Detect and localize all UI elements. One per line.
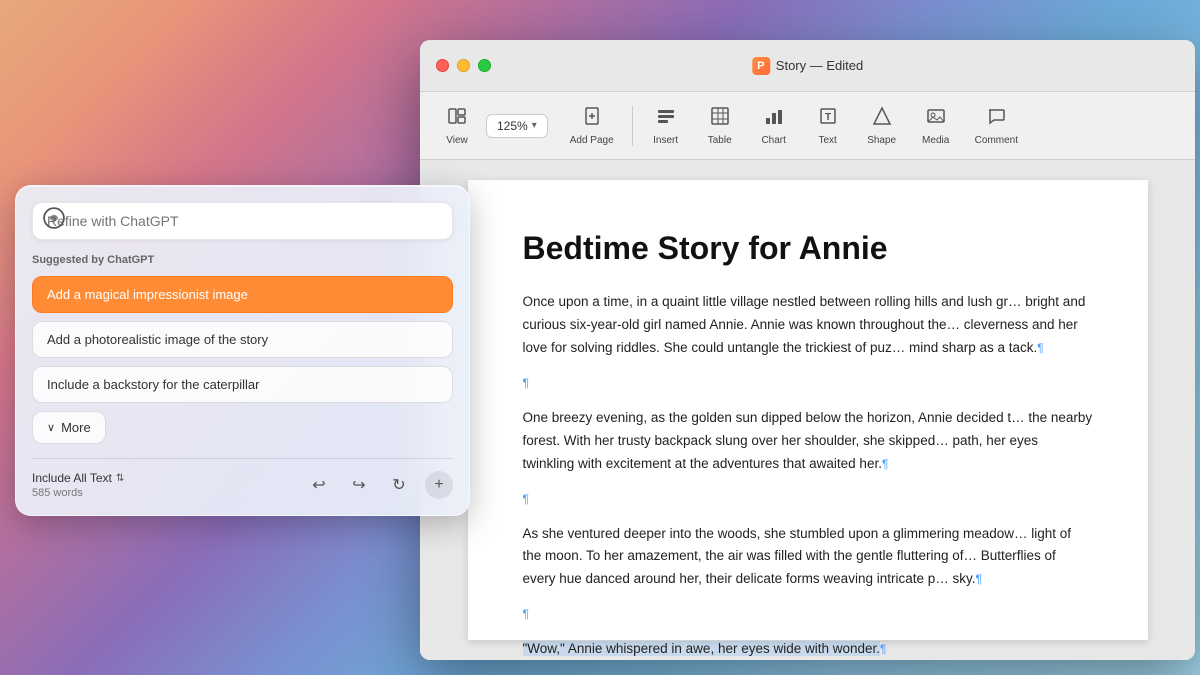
toolbar-media[interactable]: Media (911, 100, 961, 152)
comment-icon (986, 106, 1006, 131)
insert-label: Insert (653, 135, 678, 146)
para-mark-3: ¶ (976, 572, 982, 586)
window-title: Story — Edited (776, 58, 863, 73)
shape-label: Shape (867, 135, 896, 146)
document-page: Bedtime Story for Annie Once upon a time… (468, 180, 1148, 640)
chevron-down-icon: ∨ (47, 421, 55, 434)
table-label: Table (708, 135, 732, 146)
media-label: Media (922, 135, 949, 146)
close-button[interactable] (436, 59, 449, 72)
undo-button[interactable]: ↩ (305, 471, 333, 499)
insert-icon (656, 106, 676, 131)
shape-icon (872, 106, 892, 131)
paragraph-2: One breezy evening, as the golden sun di… (523, 407, 1093, 476)
chatgpt-search-bar[interactable] (32, 202, 453, 240)
text-label: Text (819, 135, 837, 146)
para-mark-1: ¶ (1037, 341, 1043, 355)
view-label: View (446, 135, 468, 146)
paragraph-4: "Wow," Annie whispered in awe, her eyes … (523, 638, 1093, 660)
chatgpt-panel: Suggested by ChatGPT Add a magical impre… (15, 185, 470, 516)
toolbar-insert[interactable]: Insert (641, 100, 691, 152)
title-bar: P Story — Edited (420, 40, 1195, 92)
document-title: Bedtime Story for Annie (523, 230, 1093, 267)
toolbar-comment[interactable]: Comment (965, 100, 1028, 152)
maximize-button[interactable] (478, 59, 491, 72)
chatgpt-search-input[interactable] (47, 213, 438, 229)
title-bar-center: P Story — Edited (752, 57, 863, 75)
minimize-button[interactable] (457, 59, 470, 72)
word-count: 585 words (32, 487, 124, 499)
table-icon (710, 106, 730, 131)
paragraph-1: Once upon a time, in a quaint little vil… (523, 291, 1093, 360)
toolbar: View 125% Add Page (420, 92, 1195, 160)
paragraph-empty-1: ¶ (523, 372, 1093, 395)
refresh-button[interactable]: ↻ (385, 471, 413, 499)
svg-text:T: T (825, 112, 831, 123)
suggestion-button-3[interactable]: Include a backstory for the caterpillar (32, 366, 453, 403)
zoom-value: 125% (497, 119, 528, 133)
toolbar-divider-1 (632, 106, 633, 146)
add-button[interactable]: + (425, 471, 453, 499)
chart-icon (764, 106, 784, 131)
chart-label: Chart (761, 135, 785, 146)
footer-left: Include All Text ⇅ 585 words (32, 471, 124, 499)
panel-footer: Include All Text ⇅ 585 words ↩ ↪ ↻ + (32, 458, 453, 499)
traffic-lights (436, 59, 491, 72)
document-area: Bedtime Story for Annie Once upon a time… (420, 160, 1195, 660)
add-page-icon (582, 106, 602, 131)
highlighted-text: "Wow," Annie whispered in awe, her eyes … (523, 641, 881, 656)
chatgpt-logo-svg (43, 207, 65, 229)
para-mark-4: ¶ (880, 642, 886, 656)
app-icon: P (752, 57, 770, 75)
paragraph-empty-3: ¶ (523, 603, 1093, 626)
toolbar-add-page[interactable]: Add Page (560, 100, 624, 152)
include-arrow-icon: ⇅ (116, 473, 124, 484)
suggestion-button-2[interactable]: Add a photorealistic image of the story (32, 321, 453, 358)
comment-label: Comment (975, 135, 1018, 146)
footer-actions: ↩ ↪ ↻ + (305, 471, 453, 499)
para-mark-2: ¶ (882, 457, 888, 471)
para-mark-empty-2: ¶ (523, 492, 529, 506)
text-icon: T (818, 106, 838, 131)
redo-button[interactable]: ↪ (345, 471, 373, 499)
add-page-label: Add Page (570, 135, 614, 146)
toolbar-chart[interactable]: Chart (749, 100, 799, 152)
media-icon (926, 106, 946, 131)
suggestion-button-1[interactable]: Add a magical impressionist image (32, 276, 453, 313)
toolbar-view[interactable]: View (432, 100, 482, 152)
include-all-text[interactable]: Include All Text ⇅ (32, 471, 124, 485)
toolbar-shape[interactable]: Shape (857, 100, 907, 152)
toolbar-text[interactable]: T Text (803, 100, 853, 152)
pages-window: P Story — Edited View 125% (420, 40, 1195, 660)
paragraph-empty-2: ¶ (523, 488, 1093, 511)
suggested-label: Suggested by ChatGPT (32, 254, 453, 266)
paragraph-3: As she ventured deeper into the woods, s… (523, 523, 1093, 592)
more-button[interactable]: ∨ More (32, 411, 106, 444)
toolbar-table[interactable]: Table (695, 100, 745, 152)
view-icon (447, 106, 467, 131)
zoom-control[interactable]: 125% (486, 114, 548, 138)
para-mark-empty-3: ¶ (523, 607, 529, 621)
para-mark-empty-1: ¶ (523, 376, 529, 390)
